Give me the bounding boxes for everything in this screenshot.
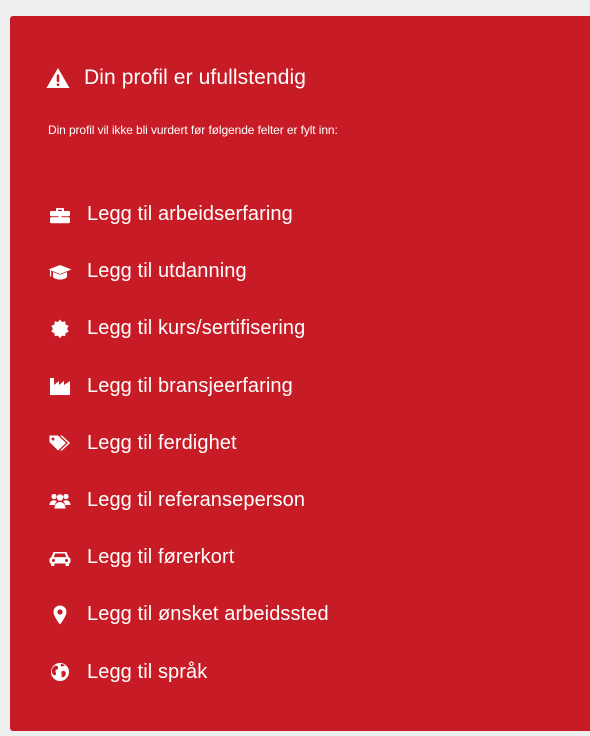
panel-subtitle: Din profil vil ikke bli vurdert før følg… [48,123,338,137]
page: Din profil er ufullstendig Din profil vi… [0,0,590,736]
add-language-link[interactable]: Legg til språk [48,644,329,701]
item-label: Legg til kurs/sertifisering [87,317,306,340]
incomplete-profile-panel: Din profil er ufullstendig Din profil vi… [10,16,590,731]
item-label: Legg til utdanning [87,260,247,283]
add-course-certification-link[interactable]: Legg til kurs/sertifisering [48,300,329,357]
tag-icon [48,431,72,455]
industry-icon [48,374,72,398]
item-label: Legg til referanseperson [87,489,306,512]
add-work-experience-link[interactable]: Legg til arbeidserfaring [48,186,329,243]
add-industry-experience-link[interactable]: Legg til bransjeerfaring [48,358,329,415]
item-label: Legg til bransjeerfaring [87,374,293,397]
panel-title: Din profil er ufullstendig [84,66,307,89]
graduation-cap-icon [48,260,72,284]
add-drivers-license-link[interactable]: Legg til førerkort [48,529,329,586]
missing-fields-list: Legg til arbeidserfaring Legg til utdann… [48,186,329,701]
briefcase-icon [48,203,72,227]
globe-icon [48,660,72,684]
item-label: Legg til ønsket arbeidssted [87,603,329,626]
map-marker-icon [48,603,72,627]
add-skill-link[interactable]: Legg til ferdighet [48,415,329,472]
panel-header: Din profil er ufullstendig [46,66,306,90]
users-icon [48,489,72,513]
add-education-link[interactable]: Legg til utdanning [48,243,329,300]
certificate-icon [48,317,72,341]
warning-icon [46,67,70,89]
car-icon [48,546,72,570]
add-reference-person-link[interactable]: Legg til referanseperson [48,472,329,529]
item-label: Legg til språk [87,660,208,683]
item-label: Legg til arbeidserfaring [87,203,293,226]
add-desired-workplace-link[interactable]: Legg til ønsket arbeidssted [48,586,329,643]
item-label: Legg til førerkort [87,546,235,569]
item-label: Legg til ferdighet [87,431,237,454]
